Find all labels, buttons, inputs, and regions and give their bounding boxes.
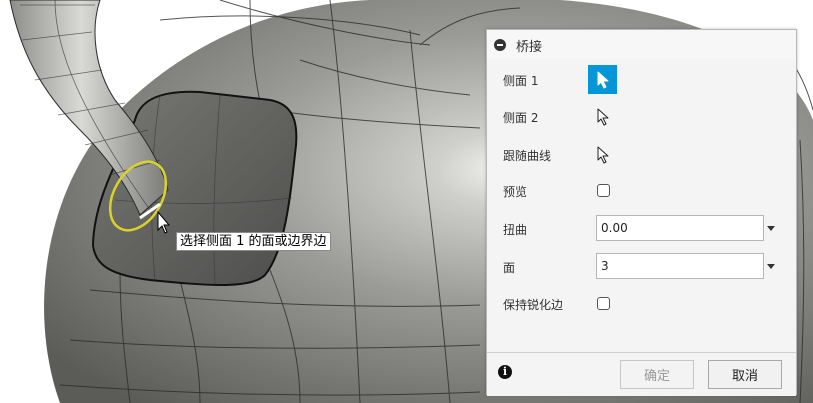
side1-select-button[interactable] xyxy=(588,65,617,94)
faces-label: 面 xyxy=(503,261,516,275)
dialog-footer: i 确定 取消 xyxy=(487,352,796,396)
dialog-header: 桥接 xyxy=(487,30,796,59)
keep-sharp-edges-checkbox[interactable] xyxy=(597,297,610,310)
ok-button[interactable]: 确定 xyxy=(620,360,694,389)
selection-tooltip: 选择侧面 1 的面或边界边 xyxy=(176,232,331,251)
arrow-cursor-icon xyxy=(597,146,608,163)
twist-label: 扭曲 xyxy=(503,223,528,237)
faces-input[interactable] xyxy=(596,253,764,279)
twist-dropdown-arrow[interactable] xyxy=(767,226,775,231)
preview-label: 预览 xyxy=(503,185,528,199)
dialog-title: 桥接 xyxy=(516,40,543,55)
info-icon[interactable]: i xyxy=(498,365,512,379)
side2-label: 侧面 2 xyxy=(503,111,539,125)
side1-label: 侧面 1 xyxy=(503,74,539,88)
keep-sharp-edges-label: 保持锐化边 xyxy=(503,298,564,312)
preview-checkbox[interactable] xyxy=(597,184,610,197)
side2-select-button[interactable] xyxy=(588,102,617,131)
arrow-cursor-icon xyxy=(597,71,608,88)
follow-curve-select-button[interactable] xyxy=(588,140,617,169)
faces-dropdown-arrow[interactable] xyxy=(767,264,775,269)
collapse-icon[interactable] xyxy=(494,39,506,51)
bridge-dialog: 桥接 侧面 1 侧面 2 跟随曲线 预览 扭曲 面 保持锐化边 i 确定 取消 xyxy=(486,29,797,396)
cancel-button[interactable]: 取消 xyxy=(708,360,782,389)
arrow-cursor-icon xyxy=(597,108,608,125)
twist-input[interactable] xyxy=(596,215,764,241)
follow-curve-label: 跟随曲线 xyxy=(503,149,552,163)
